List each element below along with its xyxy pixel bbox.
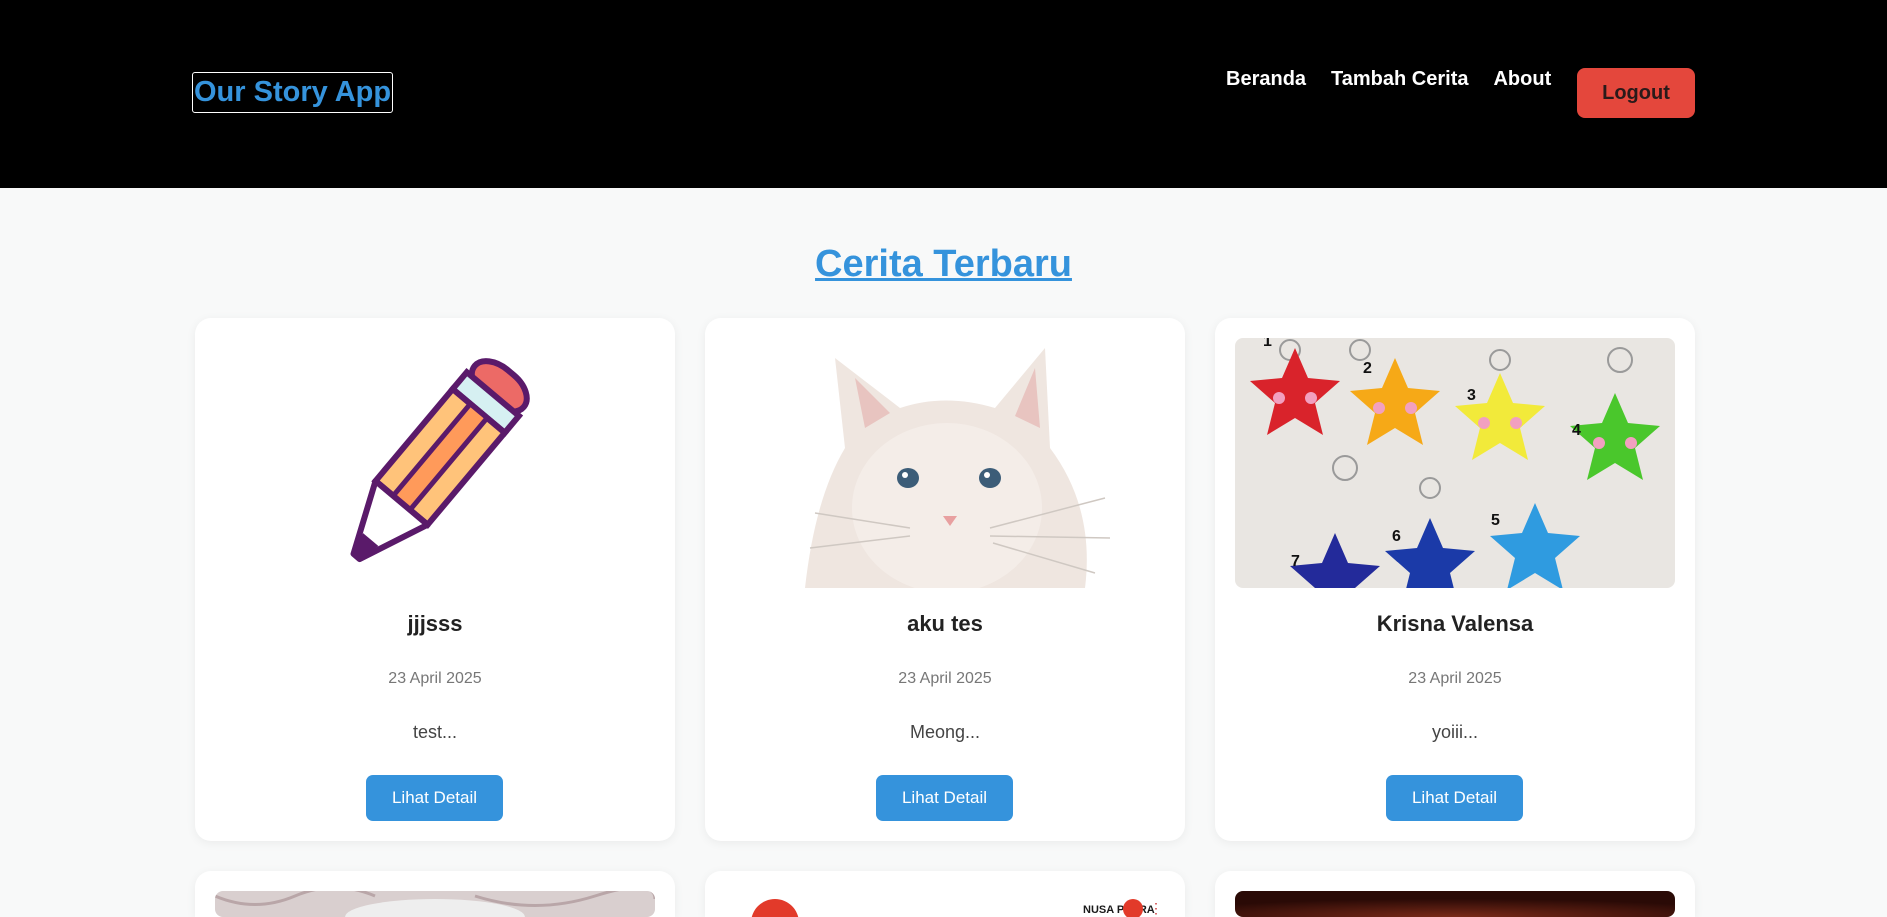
svg-text:⋮: ⋮ — [1149, 900, 1163, 916]
nav-link-tambah-cerita[interactable]: Tambah Cerita — [1331, 67, 1468, 91]
story-author: jjjsss — [407, 611, 463, 636]
story-card: 1 2 3 4 7 6 5 Krisna Valensa 23 April 2025 y… — [1215, 318, 1695, 841]
story-excerpt: test... — [412, 722, 457, 742]
brand-logo-link[interactable]: Our Story App — [192, 72, 394, 113]
story-image — [215, 338, 655, 588]
story-card: jjjsss 23 April 2025 test... Lihat Detai… — [195, 318, 675, 841]
story-card — [195, 871, 675, 917]
poster-logo-text: NUSA PUTRA — [1083, 904, 1155, 916]
story-excerpt: Meong... — [909, 722, 981, 742]
white-kitten-photo — [725, 338, 1165, 588]
story-image — [1235, 891, 1675, 917]
pencil-illustration — [350, 358, 530, 563]
story-author: aku tes — [907, 611, 983, 636]
story-date: 23 April 2025 — [1408, 670, 1502, 687]
svg-text:1: 1 — [1263, 338, 1272, 350]
lace-photo — [215, 891, 655, 917]
main-nav: Beranda Tambah Cerita About — [1226, 67, 1576, 91]
felt-star-keychains-photo: 1 2 3 4 7 6 5 — [1235, 338, 1675, 588]
view-detail-button[interactable]: Lihat Detail — [1386, 775, 1523, 821]
svg-text:6: 6 — [1392, 528, 1401, 545]
view-detail-button[interactable]: Lihat Detail — [366, 775, 503, 821]
nav-link-beranda[interactable]: Beranda — [1226, 67, 1306, 91]
story-card: aku tes 23 April 2025 Meong... Lihat Det… — [705, 318, 1185, 841]
nusa-putra-poster: NUSA PUTRA ⋮ — [725, 891, 1165, 917]
story-image — [725, 338, 1165, 588]
view-detail-button[interactable]: Lihat Detail — [876, 775, 1013, 821]
svg-text:3: 3 — [1467, 387, 1476, 404]
logout-button[interactable]: Logout — [1577, 68, 1695, 118]
story-image: NUSA PUTRA ⋮ — [725, 891, 1165, 917]
story-image: 1 2 3 4 7 6 5 — [1235, 338, 1675, 588]
app-header: Our Story App Beranda Tambah Cerita Abou… — [0, 0, 1887, 188]
story-card — [1215, 871, 1695, 917]
svg-text:7: 7 — [1291, 553, 1300, 570]
svg-text:2: 2 — [1363, 360, 1372, 377]
dark-red-photo — [1235, 891, 1675, 917]
nav-link-about[interactable]: About — [1493, 67, 1551, 91]
story-date: 23 April 2025 — [898, 670, 992, 687]
story-card: NUSA PUTRA ⋮ — [705, 871, 1185, 917]
story-excerpt: yoiii... — [1431, 722, 1478, 742]
story-date: 23 April 2025 — [388, 670, 482, 687]
svg-text:5: 5 — [1491, 512, 1500, 529]
svg-text:4: 4 — [1572, 422, 1581, 439]
story-author: Krisna Valensa — [1376, 611, 1534, 636]
story-image — [215, 891, 655, 917]
page-title: Cerita Terbaru — [815, 243, 1072, 285]
